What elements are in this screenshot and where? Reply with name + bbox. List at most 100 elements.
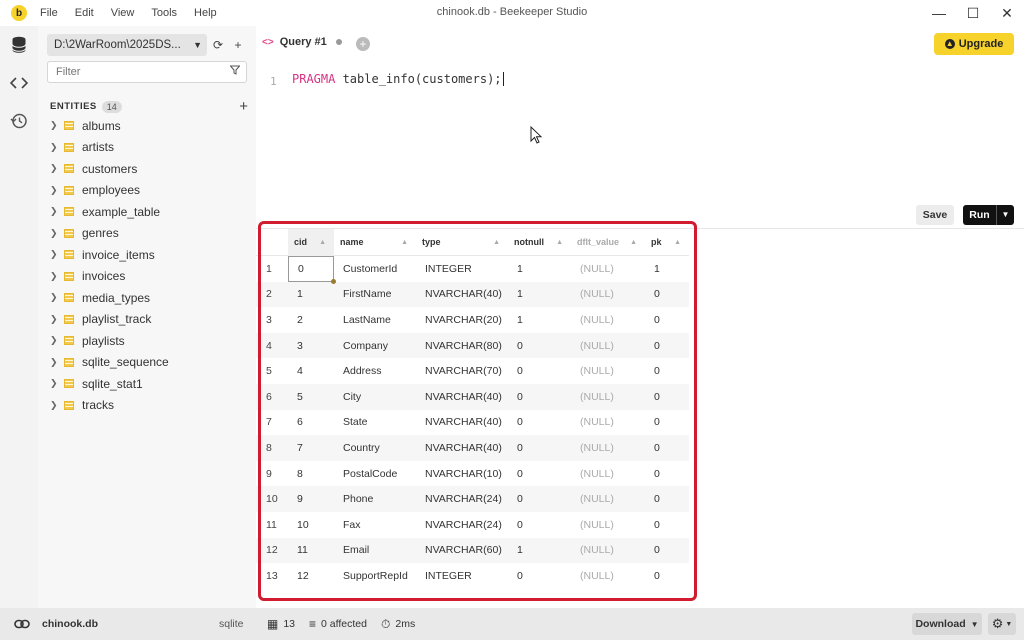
cell-dflt-value[interactable]: (NULL) bbox=[571, 384, 645, 410]
cell-cid[interactable]: 0 bbox=[288, 256, 336, 284]
cell-dflt-value[interactable]: (NULL) bbox=[571, 410, 645, 436]
cell-name[interactable]: PostalCode bbox=[334, 461, 416, 487]
cell-notnull[interactable]: 1 bbox=[508, 256, 571, 282]
entity-item-playlists[interactable]: ❯ playlists bbox=[50, 330, 250, 352]
connection-select[interactable]: D:\2WarRoom\2025DS... ▼ bbox=[47, 34, 207, 56]
cell-dflt-value[interactable]: (NULL) bbox=[571, 563, 645, 589]
chevron-right-icon[interactable]: ❯ bbox=[50, 206, 64, 217]
cell-name[interactable]: City bbox=[334, 384, 416, 410]
cell-pk[interactable]: 0 bbox=[645, 563, 689, 589]
cell-dflt-value[interactable]: (NULL) bbox=[571, 256, 645, 282]
chevron-right-icon[interactable]: ❯ bbox=[50, 120, 64, 131]
cell-type[interactable]: NVARCHAR(24) bbox=[416, 512, 508, 538]
chevron-right-icon[interactable]: ❯ bbox=[50, 400, 64, 411]
chevron-right-icon[interactable]: ❯ bbox=[50, 142, 64, 153]
chevron-right-icon[interactable]: ❯ bbox=[50, 185, 64, 196]
cell-dflt-value[interactable]: (NULL) bbox=[571, 435, 645, 461]
close-icon[interactable]: ✕ bbox=[990, 0, 1024, 26]
cell-dflt-value[interactable]: (NULL) bbox=[571, 486, 645, 512]
sort-arrow-icon[interactable]: ▲ bbox=[674, 239, 681, 246]
sort-arrow-icon[interactable]: ▲ bbox=[493, 239, 500, 246]
chevron-right-icon[interactable]: ❯ bbox=[50, 249, 64, 260]
cell-dflt-value[interactable]: (NULL) bbox=[571, 512, 645, 538]
filter-input[interactable] bbox=[48, 62, 218, 82]
cell-cid[interactable]: 12 bbox=[288, 563, 334, 589]
cell-name[interactable]: Country bbox=[334, 435, 416, 461]
cell-notnull[interactable]: 0 bbox=[508, 410, 571, 436]
cell-cid[interactable]: 7 bbox=[288, 435, 334, 461]
cell-cid[interactable]: 5 bbox=[288, 384, 334, 410]
cell-type[interactable]: NVARCHAR(40) bbox=[416, 384, 508, 410]
cell-dflt-value[interactable]: (NULL) bbox=[571, 333, 645, 359]
column-header-dflt-value[interactable]: dflt_value ▲ bbox=[571, 229, 645, 256]
menu-edit[interactable]: Edit bbox=[75, 7, 94, 19]
download-button[interactable]: Download ▼ bbox=[912, 613, 982, 635]
table-row[interactable]: 12 11 Email NVARCHAR(60) 1 (NULL) 0 bbox=[256, 537, 689, 564]
minimize-icon[interactable]: — bbox=[922, 0, 956, 26]
sort-arrow-icon[interactable]: ▲ bbox=[556, 239, 563, 246]
chevron-right-icon[interactable]: ❯ bbox=[50, 335, 64, 346]
table-row[interactable]: 6 5 City NVARCHAR(40) 0 (NULL) 0 bbox=[256, 383, 689, 410]
cell-type[interactable]: NVARCHAR(24) bbox=[416, 486, 508, 512]
maximize-icon[interactable]: ☐ bbox=[956, 0, 990, 26]
chevron-right-icon[interactable]: ❯ bbox=[50, 314, 64, 325]
cell-notnull[interactable]: 0 bbox=[508, 486, 571, 512]
entity-item-genres[interactable]: ❯ genres bbox=[50, 223, 250, 245]
column-header-name[interactable]: name ▲ bbox=[334, 229, 416, 256]
cell-pk[interactable]: 0 bbox=[645, 333, 689, 359]
chevron-right-icon[interactable]: ❯ bbox=[50, 228, 64, 239]
cell-pk[interactable]: 0 bbox=[645, 538, 689, 564]
entity-item-sqlite-stat1[interactable]: ❯ sqlite_stat1 bbox=[50, 373, 250, 395]
menu-help[interactable]: Help bbox=[194, 7, 217, 19]
cell-notnull[interactable]: 0 bbox=[508, 384, 571, 410]
new-tab-icon[interactable]: + bbox=[356, 37, 370, 51]
chevron-right-icon[interactable]: ❯ bbox=[50, 163, 64, 174]
cell-dflt-value[interactable]: (NULL) bbox=[571, 461, 645, 487]
unsaved-dot-icon[interactable] bbox=[335, 39, 342, 45]
cell-name[interactable]: Fax bbox=[334, 512, 416, 538]
menu-view[interactable]: View bbox=[111, 7, 135, 19]
sql-editor[interactable]: 1 PRAGMA table_info(customers); bbox=[256, 62, 1024, 202]
cell-cid[interactable]: 1 bbox=[288, 282, 334, 308]
entity-item-example-table[interactable]: ❯ example_table bbox=[50, 201, 250, 223]
chevron-down-icon[interactable]: ▼ bbox=[996, 205, 1014, 225]
cell-dflt-value[interactable]: (NULL) bbox=[571, 538, 645, 564]
save-button[interactable]: Save bbox=[916, 205, 954, 225]
code-line[interactable]: PRAGMA table_info(customers); bbox=[292, 72, 504, 86]
cell-notnull[interactable]: 0 bbox=[508, 512, 571, 538]
cell-cid[interactable]: 6 bbox=[288, 410, 334, 436]
cell-notnull[interactable]: 0 bbox=[508, 333, 571, 359]
column-header-cid[interactable]: cid ▲ bbox=[288, 228, 334, 256]
table-row[interactable]: 9 8 PostalCode NVARCHAR(10) 0 (NULL) 0 bbox=[256, 461, 689, 487]
cell-pk[interactable]: 0 bbox=[645, 461, 689, 487]
cell-name[interactable]: State bbox=[334, 410, 416, 436]
menu-file[interactable]: File bbox=[40, 7, 58, 19]
cell-name[interactable]: Company bbox=[334, 333, 416, 359]
table-row[interactable]: 10 9 Phone NVARCHAR(24) 0 (NULL) 0 bbox=[256, 486, 689, 512]
cell-pk[interactable]: 0 bbox=[645, 435, 689, 461]
cell-pk[interactable]: 0 bbox=[645, 512, 689, 538]
cell-notnull[interactable]: 1 bbox=[508, 307, 571, 333]
history-icon[interactable] bbox=[0, 102, 38, 140]
cell-type[interactable]: NVARCHAR(70) bbox=[416, 358, 508, 384]
cell-type[interactable]: INTEGER bbox=[416, 563, 508, 589]
table-row[interactable]: 11 10 Fax NVARCHAR(24) 0 (NULL) 0 bbox=[256, 512, 689, 538]
cell-pk[interactable]: 0 bbox=[645, 358, 689, 384]
cell-pk[interactable]: 0 bbox=[645, 384, 689, 410]
cell-name[interactable]: Address bbox=[334, 358, 416, 384]
chevron-right-icon[interactable]: ❯ bbox=[50, 378, 64, 389]
cell-dflt-value[interactable]: (NULL) bbox=[571, 282, 645, 308]
column-header-notnull[interactable]: notnull ▲ bbox=[508, 229, 571, 256]
cell-dflt-value[interactable]: (NULL) bbox=[571, 307, 645, 333]
cell-type[interactable]: INTEGER bbox=[416, 256, 508, 282]
table-row[interactable]: 8 7 Country NVARCHAR(40) 0 (NULL) 0 bbox=[256, 435, 689, 461]
entity-item-sqlite-sequence[interactable]: ❯ sqlite_sequence bbox=[50, 352, 250, 374]
cell-pk[interactable]: 0 bbox=[645, 486, 689, 512]
add-connection-icon[interactable]: + bbox=[229, 38, 247, 52]
entity-item-playlist-track[interactable]: ❯ playlist_track bbox=[50, 309, 250, 331]
cell-name[interactable]: Phone bbox=[334, 486, 416, 512]
cell-type[interactable]: NVARCHAR(40) bbox=[416, 410, 508, 436]
cell-type[interactable]: NVARCHAR(20) bbox=[416, 307, 508, 333]
settings-gear-button[interactable]: ⚙ ▼ bbox=[988, 613, 1016, 635]
cell-type[interactable]: NVARCHAR(40) bbox=[416, 435, 508, 461]
